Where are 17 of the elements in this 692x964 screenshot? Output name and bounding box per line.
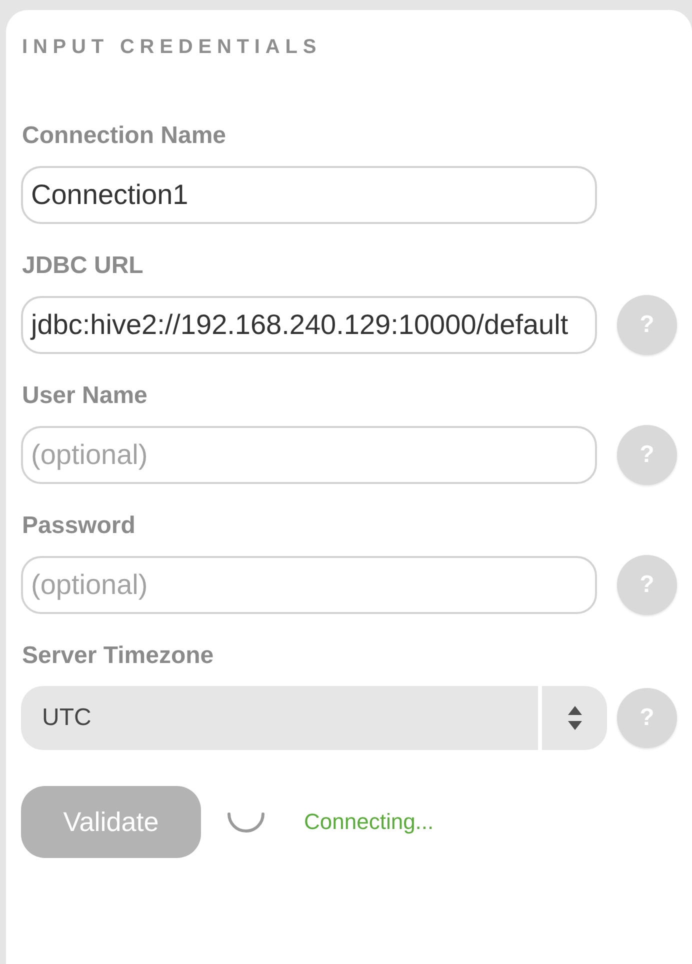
text-field[interactable]: (optional) — [21, 426, 597, 484]
status-text: Connecting... — [304, 809, 434, 835]
field-label: Server Timezone — [22, 641, 214, 671]
field-label: Password — [22, 511, 136, 541]
field-label: User Name — [22, 381, 148, 411]
password-field[interactable]: (optional) — [21, 556, 597, 614]
field-label: JDBC URL — [22, 251, 144, 281]
field-label: Connection Name — [22, 121, 226, 151]
timezone-select[interactable]: UTC — [21, 686, 607, 750]
text-field[interactable]: Connection1 — [21, 166, 597, 224]
help-button[interactable]: ? — [617, 555, 677, 615]
help-button[interactable]: ? — [617, 425, 677, 485]
help-button[interactable]: ? — [617, 688, 677, 748]
text-field[interactable]: jdbc:hive2://192.168.240.129:10000/default — [21, 296, 597, 354]
panel-title: INPUT CREDENTIALS — [22, 35, 322, 59]
help-button[interactable]: ? — [617, 295, 677, 355]
updown-arrows-icon — [568, 706, 582, 730]
